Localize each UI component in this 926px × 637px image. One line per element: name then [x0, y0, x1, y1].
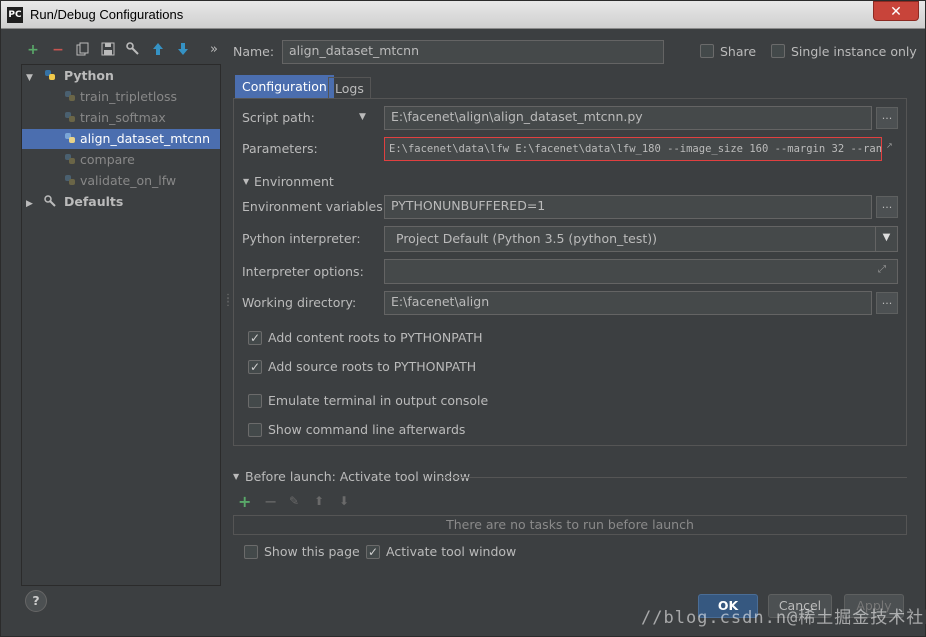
- before-launch-task-list: There are no tasks to run before launch: [233, 515, 907, 535]
- config-checkbox-label: Emulate terminal in output console: [268, 393, 489, 408]
- env-vars-label: Environment variables:: [242, 199, 387, 214]
- move-task-down-icon: ⬇: [339, 494, 350, 508]
- environment-collapse-icon[interactable]: ▼: [243, 177, 249, 186]
- python-node-label: Python: [63, 68, 114, 83]
- tab-configuration[interactable]: Configuration: [235, 75, 334, 99]
- tree-node-defaults[interactable]: ▶ Defaults: [22, 192, 220, 212]
- interpreter-value: Project Default (Python 3.5 (python_test…: [396, 231, 658, 246]
- share-label: Share: [720, 44, 757, 59]
- config-checkbox[interactable]: ✓: [248, 331, 262, 345]
- chevron-down-icon[interactable]: ▼: [875, 227, 897, 251]
- tree-item-compare[interactable]: compare: [22, 150, 220, 170]
- browse-script-button[interactable]: ...: [876, 107, 898, 129]
- expand-field-icon[interactable]: ↗: [886, 141, 894, 150]
- remove-icon[interactable]: −: [50, 42, 66, 58]
- share-checkbox[interactable]: [700, 44, 714, 58]
- watermark-text: //blog.csdn.n@稀土掘金技术社区: [641, 608, 926, 628]
- tree-item-label: compare: [80, 152, 135, 167]
- pycharm-logo-icon: PC: [7, 7, 23, 23]
- show-page-label: Show this page: [264, 544, 360, 559]
- tree-item-label: train_softmax: [80, 110, 166, 125]
- more-icon[interactable]: »: [206, 42, 222, 58]
- name-label: Name:: [233, 44, 275, 59]
- interpreter-options-label: Interpreter options:: [242, 264, 364, 279]
- collapse-arrow-icon[interactable]: ▶: [26, 194, 40, 214]
- tree-item-train-softmax[interactable]: train_softmax: [22, 108, 220, 128]
- tree-item-label: train_tripletloss: [80, 89, 178, 104]
- python-file-icon: [65, 112, 75, 122]
- interpreter-options-input[interactable]: [384, 259, 898, 284]
- tree-node-python[interactable]: ▼ Python: [22, 66, 220, 86]
- python-file-icon: [65, 91, 75, 101]
- parameters-label: Parameters:: [242, 141, 318, 156]
- expand-options-icon[interactable]: ⤢: [878, 264, 886, 275]
- section-divider: [441, 477, 907, 478]
- before-launch-collapse-icon[interactable]: ▼: [233, 472, 239, 481]
- interpreter-label: Python interpreter:: [242, 231, 361, 246]
- splitter-handle[interactable]: ⋮ ⋮: [223, 294, 233, 308]
- config-checkbox-label: Show command line afterwards: [268, 422, 466, 437]
- save-icon[interactable]: [100, 42, 116, 60]
- config-checkbox-label: Add source roots to PYTHONPATH: [268, 359, 477, 374]
- title-bar: PC Run/Debug Configurations ✕: [1, 1, 925, 29]
- environment-section-title: Environment: [254, 174, 334, 189]
- python-file-icon: [65, 154, 75, 164]
- tree-item-label: align_dataset_mtcnn: [80, 131, 211, 146]
- working-dir-input[interactable]: E:\facenet\align: [384, 291, 872, 315]
- window-title: Run/Debug Configurations: [30, 7, 184, 22]
- single-instance-checkbox[interactable]: [771, 44, 785, 58]
- add-task-icon[interactable]: +: [238, 492, 251, 511]
- show-page-checkbox[interactable]: [244, 545, 258, 559]
- python-file-icon: [65, 133, 75, 143]
- env-vars-input[interactable]: PYTHONUNBUFFERED=1: [384, 195, 872, 219]
- config-checkbox[interactable]: ✓: [248, 360, 262, 374]
- expand-arrow-icon[interactable]: ▼: [26, 68, 40, 88]
- configuration-tree: ▼ Python train_tripletloss train_softmaxa…: [21, 64, 221, 586]
- move-task-up-icon: ⬆: [314, 494, 325, 508]
- tree-item-label: validate_on_lfw: [80, 173, 177, 188]
- add-icon[interactable]: +: [25, 42, 41, 58]
- wrench-icon[interactable]: [125, 42, 141, 60]
- copy-icon[interactable]: [75, 42, 91, 60]
- defaults-node-label: Defaults: [63, 194, 124, 209]
- activate-tool-checkbox[interactable]: ✓: [366, 545, 380, 559]
- browse-working-dir-button[interactable]: ...: [876, 292, 898, 314]
- close-button[interactable]: ✕: [873, 1, 919, 21]
- tab-logs[interactable]: Logs: [328, 77, 371, 99]
- name-input[interactable]: align_dataset_mtcnn: [282, 40, 664, 64]
- edit-task-icon: ✎: [289, 494, 300, 508]
- arrow-down-icon[interactable]: [175, 42, 191, 60]
- edit-env-vars-button[interactable]: ...: [876, 196, 898, 218]
- config-checkbox-label: Add content roots to PYTHONPATH: [268, 330, 483, 345]
- script-path-input[interactable]: E:\facenet\align\align_dataset_mtcnn.py: [384, 106, 872, 130]
- interpreter-select[interactable]: Project Default (Python 3.5 (python_test…: [384, 226, 898, 252]
- wrench-icon: [44, 195, 56, 207]
- run-debug-dialog: PC Run/Debug Configurations ✕ + − » ▼ Py…: [0, 0, 926, 637]
- config-checkbox[interactable]: [248, 394, 262, 408]
- arrow-up-icon[interactable]: [150, 42, 166, 60]
- tree-item-validate-on-lfw[interactable]: validate_on_lfw: [22, 171, 220, 191]
- script-type-dropdown-icon[interactable]: ▼: [359, 112, 366, 122]
- single-instance-label: Single instance only: [791, 44, 917, 59]
- help-button[interactable]: ?: [25, 590, 47, 612]
- config-checkbox[interactable]: [248, 423, 262, 437]
- script-path-label: Script path:: [242, 110, 315, 125]
- before-launch-title: Before launch: Activate tool window: [245, 469, 471, 484]
- activate-tool-label: Activate tool window: [386, 544, 517, 559]
- tree-item-align-dataset-mtcnn[interactable]: align_dataset_mtcnn: [22, 129, 220, 149]
- parameters-input[interactable]: E:\facenet\data\lfw E:\facenet\data\lfw_…: [384, 137, 882, 161]
- working-dir-label: Working directory:: [242, 295, 357, 310]
- tree-item-train-tripletloss[interactable]: train_tripletloss: [22, 87, 220, 107]
- python-icon: [44, 70, 55, 80]
- python-file-icon: [65, 175, 75, 185]
- remove-task-icon: −: [264, 492, 278, 511]
